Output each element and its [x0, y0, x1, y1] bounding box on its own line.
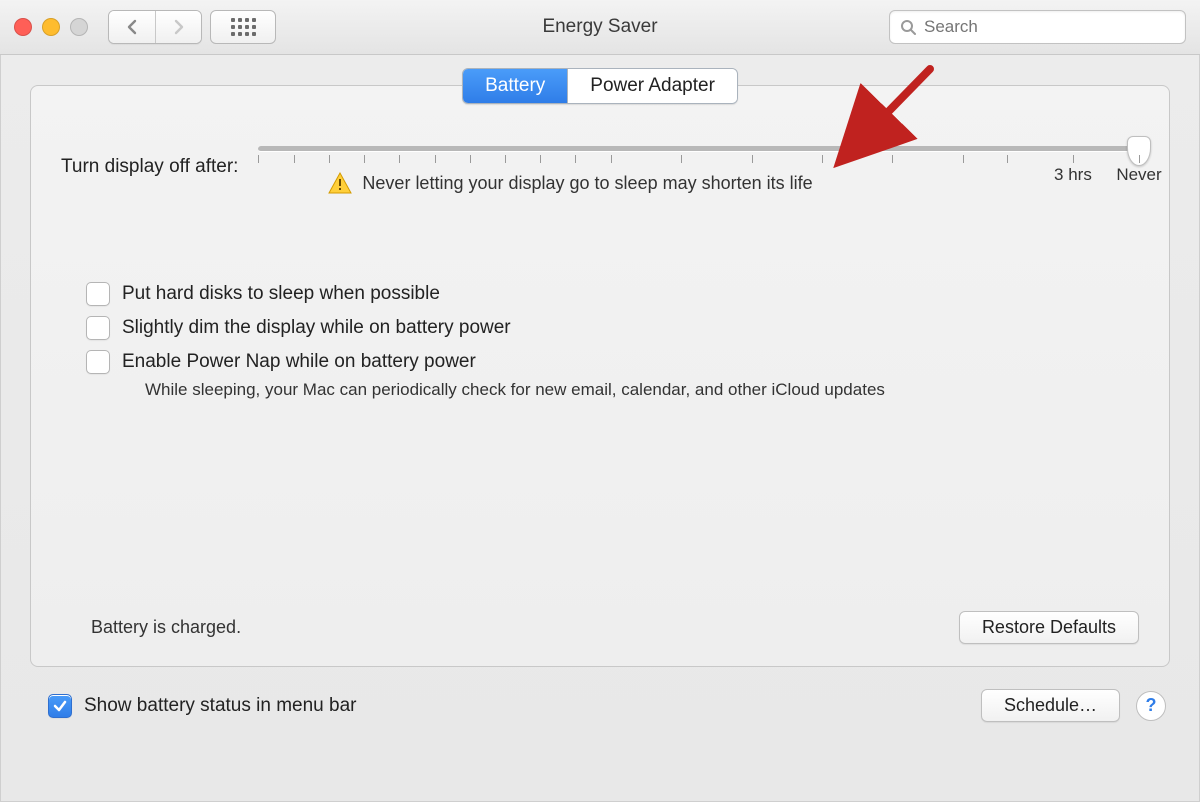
help-button[interactable]: ?: [1136, 691, 1166, 721]
chevron-left-icon: [126, 19, 138, 35]
bottom-row: Show battery status in menu bar Schedule…: [0, 667, 1200, 722]
settings-panel: Battery Power Adapter Turn display off a…: [30, 85, 1170, 667]
search-icon: [900, 19, 916, 35]
checkbox-show-battery-status[interactable]: [48, 694, 72, 718]
close-button[interactable]: [14, 18, 32, 36]
forward-button[interactable]: [155, 11, 201, 43]
display-off-slider[interactable]: 3 hrs Never Never letting your display g…: [258, 146, 1139, 187]
energy-saver-window: Energy Saver Battery Power Adapter Turn …: [0, 0, 1200, 802]
nav-buttons: [108, 10, 276, 44]
search-input[interactable]: [922, 16, 1175, 38]
schedule-button[interactable]: Schedule…: [981, 689, 1120, 722]
titlebar: Energy Saver: [0, 0, 1200, 55]
tabs: Battery Power Adapter: [462, 68, 738, 104]
tab-power-adapter[interactable]: Power Adapter: [567, 69, 737, 103]
warning-text: Never letting your display go to sleep m…: [362, 173, 812, 194]
restore-defaults-button[interactable]: Restore Defaults: [959, 611, 1139, 644]
slider-ticks: [258, 155, 1139, 165]
show-all-button[interactable]: [210, 10, 276, 44]
tab-battery[interactable]: Battery: [463, 69, 567, 103]
power-nap-hint: While sleeping, your Mac can periodicall…: [145, 380, 1139, 400]
slider-track: [258, 146, 1139, 152]
zoom-button[interactable]: [70, 18, 88, 36]
checkbox-dim-display-label: Slightly dim the display while on batter…: [122, 317, 511, 339]
content: Battery Power Adapter Turn display off a…: [0, 55, 1200, 667]
battery-status: Battery is charged.: [91, 617, 241, 638]
help-icon: ?: [1146, 695, 1157, 716]
minimize-button[interactable]: [42, 18, 60, 36]
slider-label: Turn display off after:: [61, 156, 238, 178]
traffic-lights: [14, 18, 88, 36]
checkbox-dim-display[interactable]: [86, 316, 110, 340]
checkbox-power-nap-label: Enable Power Nap while on battery power: [122, 351, 476, 373]
grid-icon: [231, 18, 256, 36]
checkbox-power-nap[interactable]: [86, 350, 110, 374]
checkbox-hard-disks-label: Put hard disks to sleep when possible: [122, 283, 440, 305]
chevron-right-icon: [173, 19, 185, 35]
warning-icon: [328, 172, 352, 194]
checkbox-show-battery-status-label: Show battery status in menu bar: [84, 695, 356, 717]
checkbox-hard-disks[interactable]: [86, 282, 110, 306]
search-field[interactable]: [889, 10, 1186, 44]
back-button[interactable]: [109, 11, 155, 43]
